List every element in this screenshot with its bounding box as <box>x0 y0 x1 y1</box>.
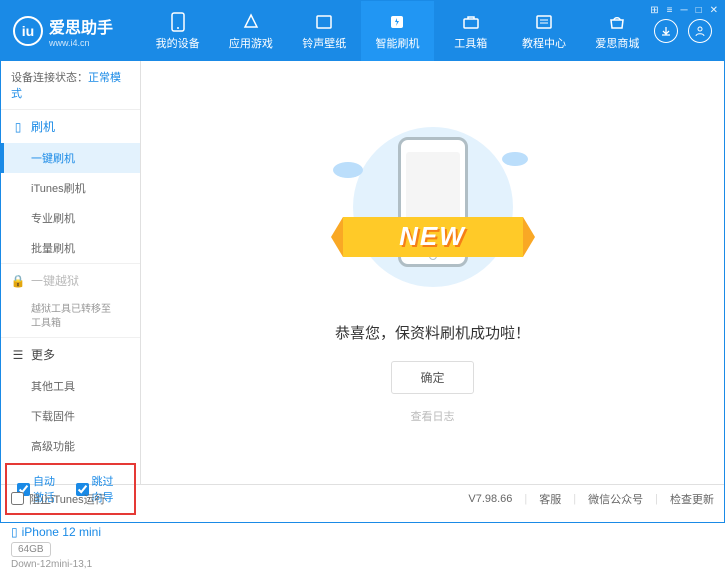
header-right-icons <box>654 19 724 43</box>
sidebar: 设备连接状态：正常模式 ▯ 刷机 一键刷机 iTunes刷机 专业刷机 批量刷机… <box>1 61 141 484</box>
sidebar-section-jailbreak: 🔒 一键越狱 越狱工具已转移至 工具箱 <box>1 264 140 338</box>
download-icon[interactable] <box>654 19 678 43</box>
sidebar-header-jailbreak[interactable]: 🔒 一键越狱 <box>1 264 140 297</box>
nav-label: 我的设备 <box>156 35 200 51</box>
jailbreak-note: 越狱工具已转移至 工具箱 <box>1 297 140 337</box>
nav-tab-toolbox[interactable]: 工具箱 <box>434 1 507 61</box>
status-label: 设备连接状态： <box>11 72 88 84</box>
window-controls: ⊞ ≡ ─ □ ✕ <box>650 5 718 16</box>
settings-icon[interactable]: ≡ <box>667 5 673 16</box>
maximize-icon[interactable]: □ <box>696 5 702 16</box>
main-area: 设备连接状态：正常模式 ▯ 刷机 一键刷机 iTunes刷机 专业刷机 批量刷机… <box>1 61 724 484</box>
sidebar-title: 刷机 <box>31 118 55 135</box>
nav-tab-apps[interactable]: 应用游戏 <box>214 1 287 61</box>
nav-label: 工具箱 <box>454 35 487 51</box>
device-phone-icon: ▯ <box>11 525 18 539</box>
lock-icon: 🔒 <box>11 274 25 288</box>
success-illustration: NEW <box>333 122 533 302</box>
app-site: www.i4.cn <box>49 38 113 48</box>
nav-label: 铃声壁纸 <box>302 35 346 51</box>
nav-tabs: 我的设备 应用游戏 铃声壁纸 智能刷机 工具箱 教程中心 爱思商城 <box>141 1 654 61</box>
wallpaper-icon <box>314 12 334 32</box>
toolbox-icon <box>461 12 481 32</box>
nav-tab-store[interactable]: 爱思商城 <box>581 1 654 61</box>
sidebar-item-other[interactable]: 其他工具 <box>1 371 140 401</box>
device-info: ▯ iPhone 12 mini 64GB Down-12mini-13,1 <box>1 517 140 578</box>
connection-status: 设备连接状态：正常模式 <box>1 61 140 110</box>
sidebar-item-batch[interactable]: 批量刷机 <box>1 233 140 263</box>
app-logo-icon: iu <box>13 16 43 46</box>
sidebar-title: 更多 <box>31 346 55 363</box>
view-log-link[interactable]: 查看日志 <box>411 408 455 424</box>
new-banner: NEW <box>343 217 523 257</box>
update-link[interactable]: 检查更新 <box>670 491 714 507</box>
block-itunes-label: 阻止iTunes运行 <box>29 491 106 507</box>
flash-icon <box>387 12 407 32</box>
nav-label: 教程中心 <box>522 35 566 51</box>
device-storage-badge: 64GB <box>11 542 51 557</box>
device-firmware: Down-12mini-13,1 <box>11 559 130 570</box>
phone-small-icon: ▯ <box>11 120 25 134</box>
title-bar: iu 爱思助手 www.i4.cn 我的设备 应用游戏 铃声壁纸 智能刷机 工具… <box>1 1 724 61</box>
confirm-button[interactable]: 确定 <box>391 361 473 394</box>
support-link[interactable]: 客服 <box>539 491 561 507</box>
sidebar-header-more[interactable]: ☰ 更多 <box>1 338 140 371</box>
nav-label: 智能刷机 <box>375 35 419 51</box>
nav-label: 应用游戏 <box>229 35 273 51</box>
device-name[interactable]: ▯ iPhone 12 mini <box>11 525 130 539</box>
menu-icon[interactable]: ⊞ <box>650 5 658 16</box>
app-name: 爱思助手 <box>49 14 113 38</box>
minimize-icon[interactable]: ─ <box>680 5 687 16</box>
sidebar-item-advanced[interactable]: 高级功能 <box>1 431 140 461</box>
device-name-text: iPhone 12 mini <box>22 525 101 539</box>
phone-icon <box>168 12 188 32</box>
sidebar-item-download[interactable]: 下载固件 <box>1 401 140 431</box>
success-message: 恭喜您，保资料刷机成功啦！ <box>335 322 530 343</box>
menu-small-icon: ☰ <box>11 348 25 362</box>
book-icon <box>534 12 554 32</box>
apps-icon <box>241 12 261 32</box>
nav-tab-tutorials[interactable]: 教程中心 <box>507 1 580 61</box>
logo-area: iu 爱思助手 www.i4.cn <box>1 14 141 48</box>
nav-label: 爱思商城 <box>595 35 639 51</box>
sidebar-section-more: ☰ 更多 其他工具 下载固件 高级功能 <box>1 338 140 461</box>
version-text: V7.98.66 <box>468 493 512 505</box>
sidebar-item-pro[interactable]: 专业刷机 <box>1 203 140 233</box>
content-area: NEW 恭喜您，保资料刷机成功啦！ 确定 查看日志 <box>141 61 724 484</box>
sidebar-section-flash: ▯ 刷机 一键刷机 iTunes刷机 专业刷机 批量刷机 <box>1 110 140 264</box>
sidebar-item-itunes[interactable]: iTunes刷机 <box>1 173 140 203</box>
block-itunes-checkbox[interactable] <box>11 492 24 505</box>
user-icon[interactable] <box>688 19 712 43</box>
banner-text: NEW <box>399 221 466 252</box>
sidebar-title: 一键越狱 <box>31 272 79 289</box>
nav-tab-device[interactable]: 我的设备 <box>141 1 214 61</box>
nav-tab-ringtones[interactable]: 铃声壁纸 <box>288 1 361 61</box>
sidebar-header-flash[interactable]: ▯ 刷机 <box>1 110 140 143</box>
checkbox-highlight-row: 自动激活 跳过向导 <box>5 463 136 515</box>
sidebar-item-oneclick[interactable]: 一键刷机 <box>1 143 140 173</box>
nav-tab-flash[interactable]: 智能刷机 <box>361 1 434 61</box>
store-icon <box>607 12 627 32</box>
close-icon[interactable]: ✕ <box>710 5 718 16</box>
wechat-link[interactable]: 微信公众号 <box>588 491 643 507</box>
